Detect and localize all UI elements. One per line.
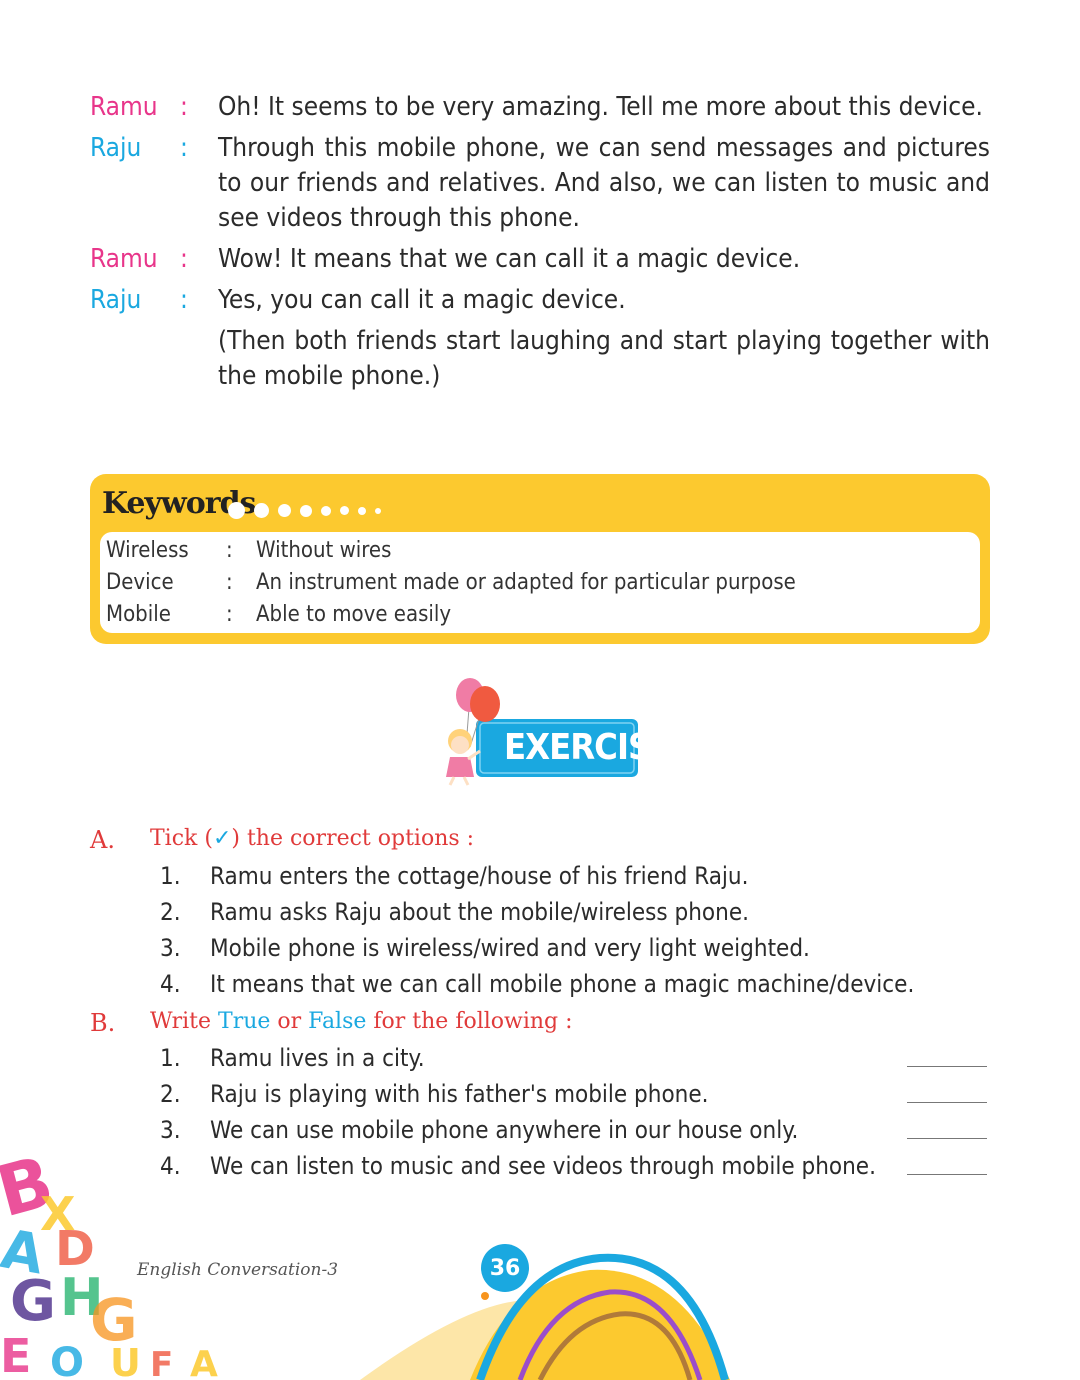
list-item: 1. Ramu lives in a city. [160,1044,425,1072]
svg-text:O: O [50,1340,84,1380]
keyword-colon: : [226,602,233,627]
book-title: English Conversation-3 [137,1260,339,1280]
exercise-banner: EXERCISE [438,675,672,790]
svg-text:G: G [10,1269,56,1334]
speech-text: Oh! It seems to be very amazing. Tell me… [218,92,983,122]
dialogue-line: (Then both friends start laughing and st… [90,324,990,394]
keyword-definition: Without wires [256,538,392,563]
dialogue: Ramu : Oh! It seems to be very amazing. … [90,90,990,400]
speaker-name: Raju [90,133,142,163]
keyword-definition: An instrument made or adapted for partic… [256,570,796,595]
page-number: 36 [481,1244,529,1292]
answer-blank[interactable] [907,1138,987,1139]
speaker-colon: : [180,92,188,122]
answer-blank[interactable] [907,1102,987,1103]
list-item: 3. Mobile phone is wireless/wired and ver… [160,934,810,962]
answer-blank[interactable] [907,1174,987,1175]
svg-text:F: F [150,1345,173,1380]
keyword-definition: Able to move easily [256,602,452,627]
speaker-colon: : [180,285,188,315]
section-a-title: Tick (✓) the correct options : [150,826,475,851]
section-b-title: Write True or False for the following : [150,1009,573,1034]
dialogue-line: Ramu : Oh! It seems to be very amazing. … [90,90,990,125]
speaker-name: Ramu [90,92,158,122]
list-item: 2. Raju is playing with his father's mobi… [160,1080,709,1108]
section-a-label: A. [90,826,115,854]
list-item: 2. Ramu asks Raju about the mobile/wirele… [160,898,749,926]
keywords-list: Wireless : Without wires Device : An ins… [100,532,980,633]
dialogue-line: Raju : Through this mobile phone, we can… [90,131,990,236]
keyword-colon: : [226,570,233,595]
svg-text:U: U [110,1341,141,1380]
exercise-title: EXERCISE [504,727,672,768]
keyword-term: Device [106,570,174,595]
speaker-colon: : [180,133,188,163]
speech-text: Yes, you can call it a magic device. [218,285,626,315]
tick-mark-icon: ✓ [212,826,232,851]
keyword-colon: : [226,538,233,563]
list-item: 3. We can use mobile phone anywhere in ou… [160,1116,799,1144]
speaker-colon: : [180,244,188,274]
decorative-waves-icon [360,1253,730,1380]
list-item: 1. Ramu enters the cottage/house of his f… [160,862,749,890]
speaker-name [90,324,180,394]
answer-blank[interactable] [907,1066,987,1067]
keyword-term: Wireless [106,538,189,563]
list-item: 4. It means that we can call mobile phone… [160,970,915,998]
list-item: 4. We can listen to music and see videos … [160,1152,876,1180]
speaker-name: Raju [90,285,142,315]
speaker-name: Ramu [90,244,158,274]
speech-text: (Then both friends start laughing and st… [218,326,990,391]
dialogue-line: Raju : Yes, you can call it a magic devi… [90,283,990,318]
speech-text: Wow! It means that we can call it a magi… [218,244,801,274]
speech-text: Through this mobile phone, we can send m… [218,133,990,233]
speaker-colon [180,324,218,394]
keywords-dots [228,502,390,519]
keyword-term: Mobile [106,602,171,627]
dialogue-line: Ramu : Wow! It means that we can call it… [90,242,990,277]
svg-text:E: E [0,1329,31,1380]
svg-text:A: A [190,1344,218,1380]
section-b-label: B. [90,1009,116,1037]
keywords-box: Keywords Wireless : Without wires Device… [90,474,990,644]
